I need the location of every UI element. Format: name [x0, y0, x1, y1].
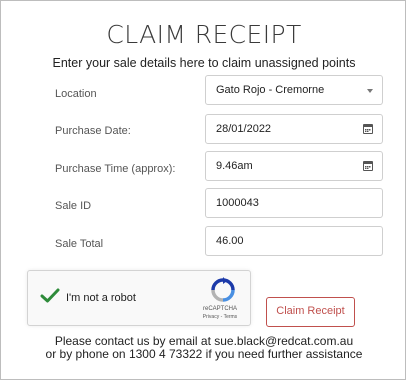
- calendar-icon[interactable]: [363, 124, 373, 134]
- location-select[interactable]: Gato Rojo - Cremorne: [205, 75, 383, 105]
- recaptcha-label: I'm not a robot: [66, 292, 136, 304]
- claim-receipt-panel: CLAIM RECEIPT Enter your sale details he…: [0, 0, 406, 380]
- sale-id-label: Sale ID: [55, 200, 92, 212]
- privacy-link[interactable]: Privacy: [203, 314, 219, 320]
- location-label: Location: [55, 88, 97, 100]
- recaptcha-widget: I'm not a robot reCAPTCHA Privacy - Term…: [27, 270, 251, 326]
- recaptcha-links: Privacy - Terms: [196, 314, 244, 320]
- page-title: CLAIM RECEIPT: [106, 20, 302, 49]
- location-value: Gato Rojo - Cremorne: [216, 84, 325, 96]
- chevron-down-icon[interactable]: [367, 89, 373, 93]
- sale-total-value: 46.00: [216, 235, 244, 247]
- recaptcha-brand: reCAPTCHA: [202, 306, 237, 312]
- purchase-time-value: 9.46am: [216, 160, 253, 172]
- claim-receipt-button[interactable]: Claim Receipt: [266, 297, 355, 327]
- sale-id-value: 1000043: [216, 197, 259, 209]
- recaptcha-logo-icon: [211, 277, 235, 302]
- page-subtitle: Enter your sale details here to claim un…: [52, 56, 356, 70]
- contact-info: Please contact us by email at sue.black@…: [1, 335, 406, 361]
- purchase-time-field[interactable]: 9.46am: [205, 151, 383, 181]
- sale-id-input[interactable]: 1000043: [205, 188, 383, 218]
- contact-phone-line: or by phone on 1300 4 73322 if you need …: [45, 347, 363, 361]
- clock-picker-icon[interactable]: [363, 161, 373, 171]
- purchase-date-value: 28/01/2022: [216, 123, 272, 135]
- purchase-time-label: Purchase Time (approx):: [55, 163, 176, 175]
- sale-total-input[interactable]: 46.00: [205, 226, 383, 256]
- purchase-date-field[interactable]: 28/01/2022: [205, 114, 383, 144]
- purchase-date-label: Purchase Date:: [55, 125, 131, 137]
- checkmark-icon[interactable]: [40, 288, 60, 304]
- sale-total-label: Sale Total: [55, 238, 104, 250]
- terms-link[interactable]: Terms: [224, 314, 238, 320]
